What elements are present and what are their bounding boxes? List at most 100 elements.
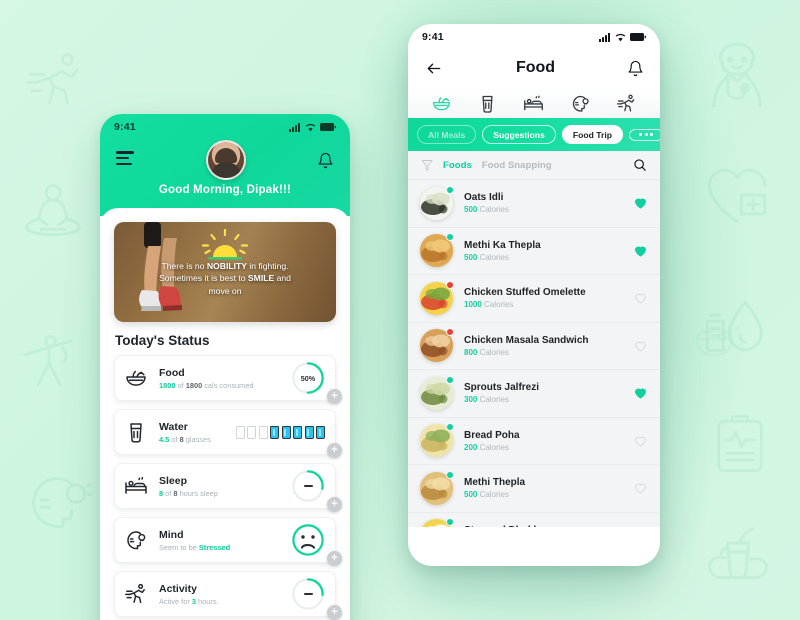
- tab-water[interactable]: [477, 93, 498, 114]
- water-glass-8[interactable]: [316, 425, 325, 439]
- water-glass-6[interactable]: [293, 425, 302, 439]
- diet-badge-veg: [446, 470, 454, 479]
- stat-card-activity[interactable]: Activity Active for 3 hours. +: [114, 571, 342, 620]
- food-list-item[interactable]: Bread Poha 200 Calories: [408, 417, 660, 465]
- food-filter-bar: Foods Food Snapping: [408, 151, 660, 180]
- page-title: Today's Status: [115, 333, 210, 348]
- favorite-heart-icon[interactable]: [633, 339, 648, 353]
- food-text: Chicken Stuffed Omelette 1000 Calories: [453, 287, 633, 309]
- phone-left-dashboard: 9:41 Good Morning, Dipak!!! There is no …: [100, 114, 350, 620]
- add-entry-button-food[interactable]: +: [327, 389, 342, 404]
- food-name: Chicken Stuffed Omelette: [464, 287, 586, 299]
- battery-icon: [630, 33, 646, 41]
- food-thumbnail: [420, 185, 454, 220]
- water-glass-3[interactable]: [258, 425, 268, 439]
- stat-card-mind[interactable]: Mind Seem to be Stressed +: [114, 517, 342, 566]
- stat-card-sleep[interactable]: Sleep 8 of 8 hours sleep +: [114, 463, 342, 512]
- food-list-item[interactable]: Methi Thepla 500 Calories: [408, 465, 660, 513]
- stat-text: Mind Seem to be Stressed: [150, 529, 291, 552]
- water-glass-2[interactable]: [247, 425, 256, 439]
- favorite-heart-icon[interactable]: [633, 434, 648, 448]
- greeting-text: Good Morning, Dipak!!!: [158, 184, 292, 196]
- progress-ring-food: 50%: [291, 361, 325, 395]
- status-icons: [599, 32, 646, 42]
- more-dots-icon[interactable]: [629, 128, 660, 141]
- mood-sad-face-icon[interactable]: [291, 523, 325, 557]
- chip-all-meals[interactable]: All Meals: [417, 125, 477, 144]
- tab-food[interactable]: [431, 93, 452, 114]
- favorite-heart-icon[interactable]: [633, 244, 648, 258]
- food-text: Bread Poha 200 Calories: [453, 430, 633, 452]
- water-glass-4[interactable]: [270, 425, 279, 439]
- avatar[interactable]: [205, 140, 246, 180]
- stat-subtitle: 1800 of 1800 cals consumed: [159, 380, 254, 390]
- chip-food-trip[interactable]: Food Trip: [561, 125, 623, 144]
- food-calories: 200 Calories: [464, 442, 509, 452]
- signal-bars-icon: [599, 32, 610, 42]
- food-list-item[interactable]: Chicken Stuffed Omelette 1000 Calories: [408, 275, 660, 323]
- progress-ring-sleep: [291, 469, 325, 503]
- stretching-person-icon: [16, 330, 82, 396]
- left-header: 9:41 Good Morning, Dipak!!!: [100, 114, 350, 216]
- meditating-person-icon: [18, 178, 88, 248]
- chip-suggestions[interactable]: Suggestions: [482, 125, 556, 144]
- food-list-item[interactable]: Sprouts Jalfrezi 300 Calories: [408, 370, 660, 418]
- arrow-left-icon[interactable]: [424, 60, 444, 77]
- battery-icon: [320, 123, 336, 131]
- add-entry-button-water[interactable]: +: [327, 443, 342, 458]
- food-list-item[interactable]: Chicken Masala Sandwich 800 Calories: [408, 322, 660, 370]
- food-thumbnail: [420, 280, 454, 315]
- add-entry-button-activity[interactable]: +: [327, 605, 342, 620]
- motivational-quote-card[interactable]: There is no NOBILITY in fighting. Someti…: [114, 222, 336, 322]
- add-entry-button-sleep[interactable]: +: [327, 497, 342, 512]
- food-calories: 300 Calories: [464, 395, 509, 405]
- head-bulb-icon: [570, 93, 591, 114]
- status-bar-right: 9:41: [408, 24, 660, 50]
- favorite-heart-icon[interactable]: [633, 386, 648, 400]
- favorite-heart-icon[interactable]: [633, 291, 648, 305]
- water-glass-5[interactable]: [281, 425, 291, 439]
- notification-bell-icon[interactable]: [317, 151, 334, 170]
- food-list-item[interactable]: Oats Idli 500 Calories: [408, 180, 660, 228]
- tab-foods[interactable]: Foods: [443, 160, 472, 171]
- favorite-heart-icon[interactable]: [633, 196, 648, 210]
- screenshot-canvas: 9:41 Good Morning, Dipak!!! There is no …: [0, 0, 800, 620]
- diet-badge-nonveg: [446, 280, 454, 289]
- tab-food-snapping[interactable]: Food Snapping: [482, 160, 552, 171]
- stat-subtitle: Active for 3 hours.: [159, 596, 219, 606]
- water-glass-7[interactable]: [304, 425, 314, 439]
- food-name: Methi Thepla: [464, 477, 526, 489]
- stat-card-water[interactable]: Water 4.5 of 8 glasses +: [114, 409, 342, 458]
- add-entry-button-mind[interactable]: +: [327, 551, 342, 566]
- today-status-list: Food 1800 of 1800 cals consumed 50% + Water 4…: [114, 355, 342, 620]
- water-glasses-tracker[interactable]: [235, 425, 325, 439]
- water-glass-icon: [124, 420, 150, 444]
- food-text: Methi Thepla 500 Calories: [453, 477, 633, 499]
- doctor-icon: [700, 38, 774, 112]
- food-list-item[interactable]: Methi Ka Thepla 500 Calories: [408, 227, 660, 275]
- right-header: 9:41 Food: [408, 24, 660, 118]
- stat-card-food[interactable]: Food 1800 of 1800 cals consumed 50% +: [114, 355, 342, 404]
- favorite-heart-icon[interactable]: [633, 481, 648, 495]
- food-thumbnail: [420, 470, 454, 505]
- food-list[interactable]: Oats Idli 500 Calories Methi Ka Thepla 500 …: [408, 180, 660, 527]
- stat-label: Food: [159, 366, 185, 379]
- tab-sleep[interactable]: [523, 93, 544, 114]
- water-glass-1[interactable]: [235, 425, 245, 439]
- hamburger-menu-icon[interactable]: [116, 151, 134, 168]
- search-icon[interactable]: [633, 158, 647, 172]
- phone-right-food: 9:41 Food All Meals Suggestions Food Trip: [408, 24, 660, 566]
- progress-ring-activity: [291, 577, 325, 611]
- blood-drop-icon: [700, 292, 770, 362]
- tab-activity[interactable]: [616, 93, 637, 114]
- food-text: Steamed Dhokla400 Calories: [453, 525, 633, 527]
- tab-mind[interactable]: [570, 93, 591, 114]
- water-glass-icon: [477, 93, 498, 114]
- filter-funnel-icon[interactable]: [421, 159, 433, 171]
- running-icon: [616, 93, 637, 114]
- food-list-item[interactable]: Steamed Dhokla400 Calories: [408, 512, 660, 527]
- notification-bell-icon[interactable]: [627, 59, 644, 78]
- progress-dash-marker: [291, 469, 325, 503]
- category-tab-bar: [408, 88, 660, 118]
- food-calories: 500 Calories: [464, 252, 509, 262]
